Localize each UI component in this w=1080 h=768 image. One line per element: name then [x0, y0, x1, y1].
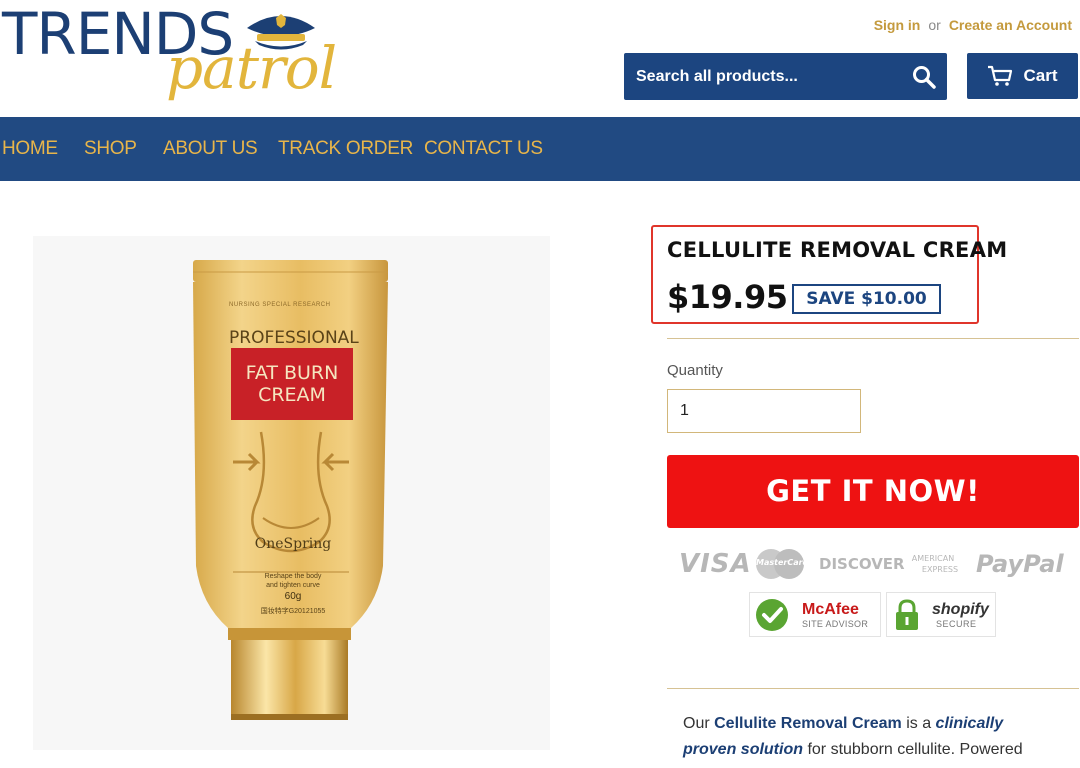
- description-product-name: Cellulite Removal Cream: [714, 715, 902, 732]
- create-account-link[interactable]: Create an Account: [949, 17, 1072, 33]
- tube-maker-text: OneSpring: [254, 536, 332, 552]
- paypal-text: PayPal: [976, 550, 1064, 578]
- product-description: Our Cellulite Removal Cream is a clinica…: [683, 711, 1063, 763]
- tube-small-text-2: and tighten curve: [266, 582, 320, 589]
- logo-text-patrol: patrol: [166, 34, 337, 102]
- mastercard-logo: MasterCard: [754, 548, 809, 580]
- description-emphasis: proven solution: [683, 741, 803, 758]
- divider: [667, 338, 1079, 339]
- amex-text-2: EXPRESS: [921, 565, 959, 574]
- check-circle-icon: [756, 598, 788, 631]
- cart-icon: [988, 65, 1013, 86]
- discover-text: DISCOVER: [819, 555, 905, 573]
- search-input[interactable]: [624, 53, 904, 100]
- cart-button[interactable]: Cart: [967, 53, 1078, 99]
- visa-logo: VISA: [679, 548, 752, 580]
- tube-label-line-2: CREAM: [258, 384, 326, 406]
- nav-item-about-us[interactable]: ABOUT US: [163, 117, 258, 181]
- mcafee-subtitle: SITE ADVISOR: [802, 618, 869, 629]
- product-title: CELLULITE REMOVAL CREAM: [667, 238, 1008, 262]
- tube-brand-text: PROFESSIONAL: [229, 328, 359, 348]
- tube-small-text-1: Reshape the body: [264, 573, 322, 580]
- cart-label: Cart: [1023, 66, 1058, 85]
- tube-code-text: 国妆特字G20121055: [260, 608, 326, 615]
- paypal-logo: PayPal: [976, 548, 1064, 580]
- product-price: $19.95: [667, 278, 788, 316]
- padlock-icon: [896, 598, 918, 630]
- description-emphasis: clinically: [935, 715, 1004, 732]
- get-it-now-button[interactable]: GET IT NOW!: [667, 455, 1079, 528]
- discover-logo: DISCOVER: [819, 548, 905, 580]
- nav-item-shop[interactable]: SHOP: [84, 117, 137, 181]
- cream-tube-illustration: [193, 260, 388, 720]
- account-links: Sign in or Create an Account: [874, 17, 1072, 33]
- main-nav: HOME SHOP ABOUT US TRACK ORDER CONTACT U…: [0, 117, 1080, 181]
- product-image[interactable]: NURSING SPECIAL RESEARCH PROFESSIONAL FA…: [33, 236, 550, 750]
- mastercard-text: MasterCard: [756, 558, 809, 567]
- or-separator: or: [928, 17, 941, 33]
- nav-item-track-order[interactable]: TRACK ORDER: [278, 117, 413, 181]
- visa-text: VISA: [679, 549, 752, 579]
- store-logo[interactable]: TRENDS patrol: [0, 0, 340, 110]
- divider: [667, 688, 1079, 689]
- shopify-title: shopify: [932, 600, 989, 618]
- quantity-input[interactable]: [667, 389, 861, 433]
- shopify-secure-badge: shopify SECURE: [886, 592, 996, 637]
- search-icon[interactable]: [911, 64, 937, 90]
- description-text: for stubborn cellulite. Powered: [803, 741, 1023, 758]
- amex-logo: AMERICAN EXPRESS: [900, 548, 966, 580]
- mcafee-title: McAfee: [802, 600, 859, 618]
- search-bar: [624, 53, 947, 100]
- tube-top-small-text: NURSING SPECIAL RESEARCH: [229, 302, 331, 308]
- shopify-subtitle: SECURE: [936, 618, 977, 629]
- nav-item-home[interactable]: HOME: [2, 117, 58, 181]
- quantity-label: Quantity: [667, 362, 723, 379]
- amex-text-1: AMERICAN: [911, 554, 955, 563]
- tube-label-line-1: FAT BURN: [245, 362, 339, 384]
- tube-weight-text: 60g: [284, 591, 302, 602]
- mcafee-badge: McAfee SITE ADVISOR: [749, 592, 881, 637]
- save-badge: SAVE $10.00: [792, 284, 941, 314]
- description-text: is a: [901, 715, 936, 732]
- nav-item-contact-us[interactable]: CONTACT US: [424, 117, 543, 181]
- description-text: Our: [683, 715, 715, 732]
- sign-in-link[interactable]: Sign in: [874, 17, 921, 33]
